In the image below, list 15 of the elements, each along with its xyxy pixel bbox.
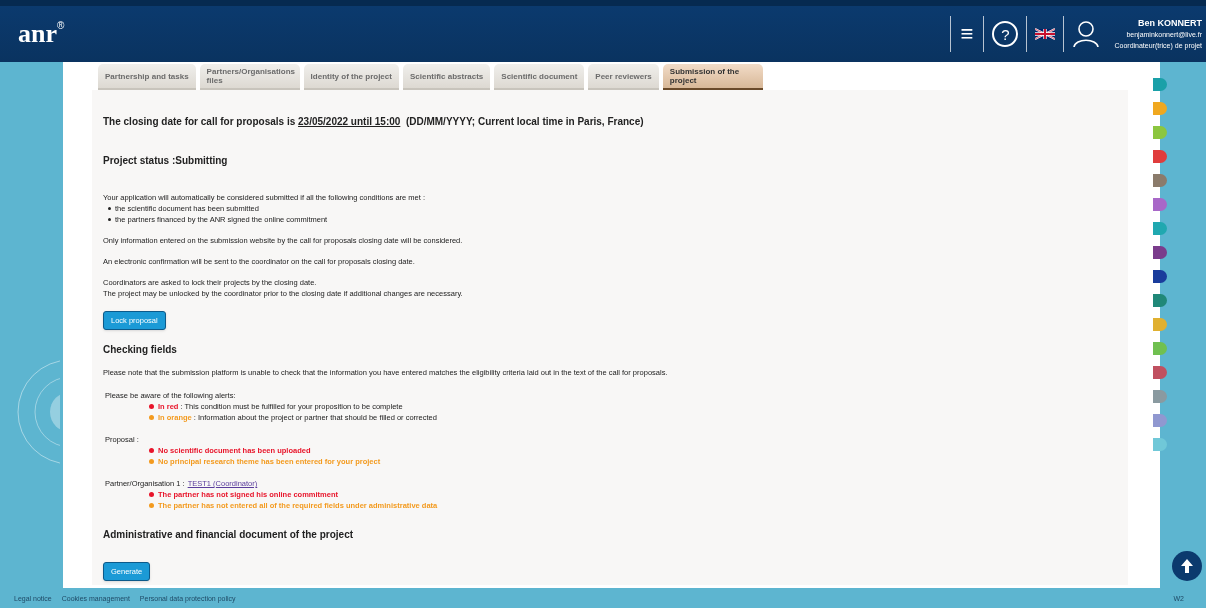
section-heading: Administrative and financial document of the project xyxy=(103,528,355,543)
tab[interactable]: Submission of the project xyxy=(662,64,763,90)
tab[interactable]: Partnership and tasks xyxy=(98,64,196,90)
tab[interactable]: Partners/Organisations files xyxy=(199,64,300,90)
closing-date-text: The closing date for call for proposals is 23/05/2022 until 15:00 (DD/MM/YYYY; Current local time in Paris, France) xyxy=(103,115,645,129)
registered-mark: ® xyxy=(57,21,65,31)
tab[interactable]: Scientific abstracts xyxy=(402,64,491,90)
tab[interactable]: Scientific document xyxy=(494,64,585,90)
section-heading: Checking fields xyxy=(103,343,178,358)
user-name: Ben KONNERT xyxy=(1138,17,1202,29)
logo-text: anr xyxy=(18,21,57,47)
help-icon[interactable]: ? xyxy=(992,21,1019,47)
section-heading: Project status :Submitting xyxy=(103,154,229,168)
tab[interactable]: Identity of the project xyxy=(303,64,399,90)
tab[interactable]: Peer reviewers xyxy=(588,64,659,90)
